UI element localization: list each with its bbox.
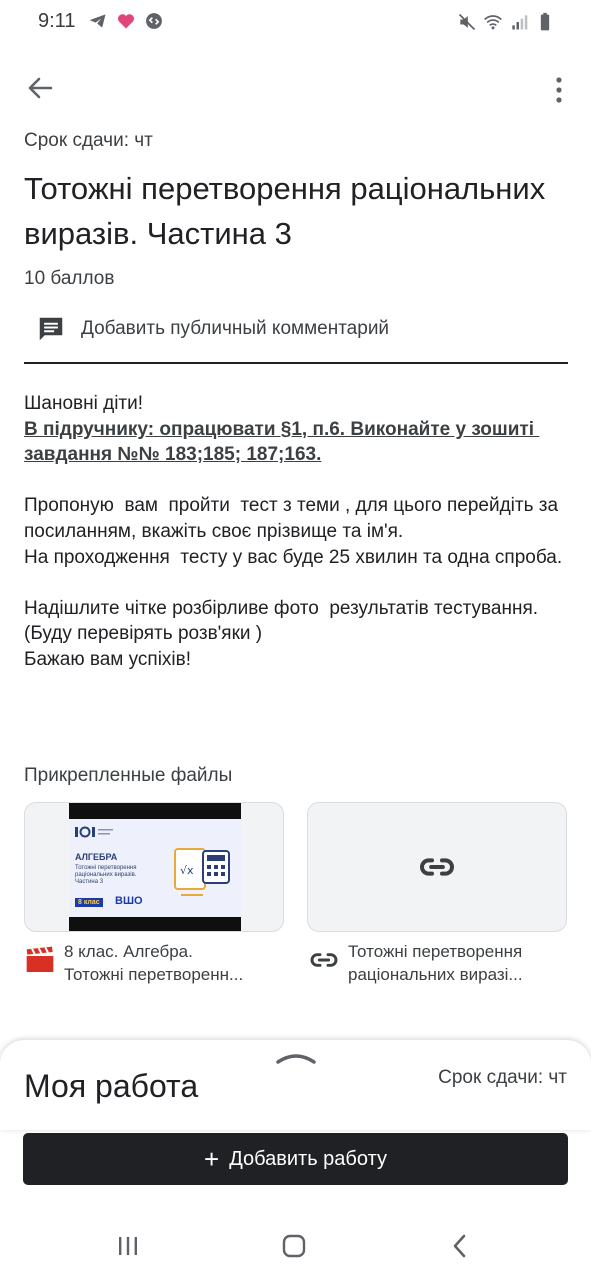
calculator-illustration-icon: √x (174, 848, 230, 896)
video-clapper-icon (26, 946, 54, 972)
attachments-header: Прикрепленные файлы (24, 765, 233, 786)
description-paragraph: Пропоную вам пройти тест з теми , для ць… (24, 495, 564, 542)
assignment-points: 10 баллов (24, 268, 115, 289)
description-paragraph: На проходження тесту у вас буде 25 хвили… (24, 546, 563, 568)
add-work-label: Добавить работу (229, 1147, 387, 1170)
recents-icon[interactable] (114, 1232, 142, 1260)
divider (24, 362, 568, 364)
shazam-icon (146, 13, 162, 29)
status-bar: 9:11 (0, 0, 591, 44)
assignment-description: Шановні діти! В підручнику: опрацювати §… (24, 391, 574, 673)
mute-icon (458, 13, 476, 31)
description-instruction: В підручнику: опрацювати §1, п.6. Викона… (24, 418, 540, 466)
link-attachment-title: Тотожні перетворення (348, 942, 523, 961)
link-attachment-caption[interactable]: Тотожні перетворення раціональних виразі… (308, 940, 558, 986)
logo-icon (75, 826, 113, 838)
video-thumbnail: АЛГЕБРА Тотожні перетворення раціональни… (69, 803, 241, 931)
signal-icon (512, 15, 528, 30)
video-attachment-caption[interactable]: 8 клас. Алгебра. Тотожні перетворенн... (24, 940, 274, 986)
app-bar (0, 66, 591, 106)
status-time: 9:11 (38, 10, 76, 32)
due-date-label: Срок сдачи: чт (24, 130, 153, 151)
thumb-brand: ВШО (115, 895, 143, 907)
description-paragraph: Бажаю вам успіхів! (24, 648, 192, 670)
battery-icon (540, 12, 550, 31)
heart-icon (117, 14, 135, 29)
back-nav-icon[interactable] (446, 1232, 474, 1260)
add-comment-label: Добавить публичный комментарий (81, 318, 390, 339)
arrow-back-icon[interactable] (24, 72, 56, 104)
video-attachment-title: 8 клас. Алгебра. (64, 942, 193, 961)
add-work-button[interactable]: + Добавить работу (23, 1133, 568, 1185)
link-attachment-subtitle: раціональних виразі... (348, 965, 523, 984)
assignment-title: Тотожні перетворення раціональних виразі… (24, 171, 546, 251)
plus-icon: + (204, 1144, 220, 1174)
link-icon (310, 953, 338, 967)
description-paragraph: Надішлите чітке розбірливе фото результа… (24, 597, 539, 645)
description-greeting: Шановні діти! (24, 393, 144, 414)
system-nav-bar (0, 1220, 591, 1270)
video-attachment-card[interactable]: АЛГЕБРА Тотожні перетворення раціональни… (24, 802, 284, 932)
svg-text:√x: √x (180, 864, 194, 877)
wifi-icon (484, 15, 502, 30)
video-attachment-subtitle: Тотожні перетворенн... (64, 965, 244, 984)
thumb-subtitle: Тотожні перетворення раціональних виразі… (75, 865, 137, 885)
thumb-badge: 8 клас (75, 898, 103, 907)
telegram-icon (89, 14, 106, 28)
my-work-due-date: Срок сдачи: чт (438, 1067, 567, 1088)
chevron-up-icon[interactable] (274, 1050, 318, 1066)
my-work-sheet[interactable]: Моя работа Срок сдачи: чт (0, 1040, 591, 1130)
link-attachment-card[interactable] (307, 802, 567, 932)
my-work-title: Моя работа (24, 1068, 199, 1104)
home-icon[interactable] (280, 1232, 308, 1260)
more-vert-icon[interactable] (547, 72, 571, 104)
link-icon (420, 858, 454, 876)
thumb-title: АЛГЕБРА (75, 852, 118, 862)
add-comment-button[interactable]: Добавить публичный комментарий (36, 312, 389, 346)
comment-icon (39, 317, 63, 341)
